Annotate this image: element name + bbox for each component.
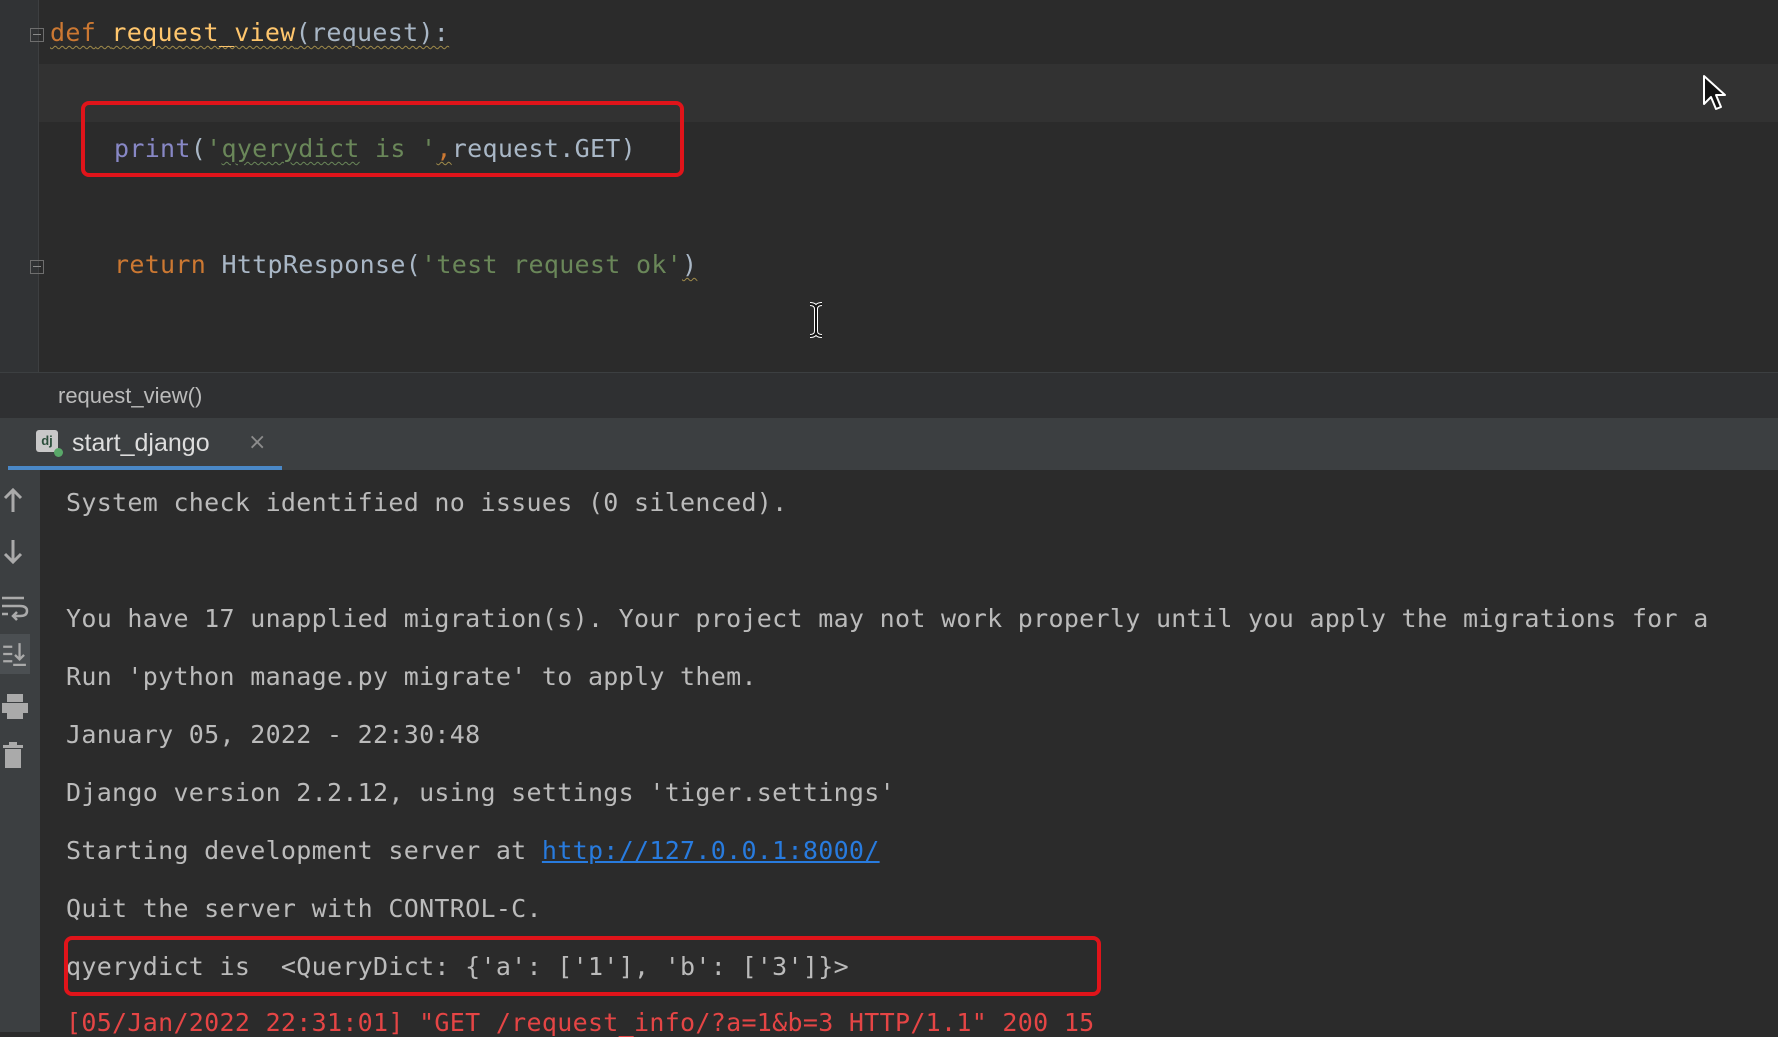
console-line: Quit the server with CONTROL-C. bbox=[66, 894, 542, 923]
function-name: request_view bbox=[111, 18, 296, 47]
mouse-pointer-icon bbox=[1703, 75, 1726, 110]
gutter-divider bbox=[38, 0, 39, 372]
arrow-down-icon[interactable] bbox=[0, 532, 30, 572]
code-editor[interactable]: def request_view(request): print('qyeryd… bbox=[0, 0, 1778, 372]
paren-close: ) bbox=[682, 250, 698, 279]
console-line: System check identified no issues (0 sil… bbox=[66, 488, 788, 517]
fold-marker-icon[interactable] bbox=[30, 28, 44, 42]
highlight-box-output bbox=[64, 936, 1101, 996]
run-console[interactable]: System check identified no issues (0 sil… bbox=[0, 470, 1778, 1037]
code-line-return: return HttpResponse('test request ok') bbox=[114, 250, 697, 279]
console-line-request-log: [05/Jan/2022 22:31:01] "GET /request_inf… bbox=[66, 1008, 1095, 1037]
class-httpresponse: HttpResponse bbox=[221, 250, 406, 279]
breadcrumb[interactable]: request_view() bbox=[58, 383, 202, 409]
close-icon[interactable]: × bbox=[248, 430, 266, 455]
string-response: 'test request ok' bbox=[421, 250, 683, 279]
arrow-up-icon[interactable] bbox=[0, 480, 30, 520]
soft-wrap-icon[interactable] bbox=[0, 586, 30, 626]
server-url-link[interactable]: http://127.0.0.1:8000/ bbox=[542, 836, 880, 865]
console-line: You have 17 unapplied migration(s). Your… bbox=[66, 604, 1709, 633]
console-line: Run 'python manage.py migrate' to apply … bbox=[66, 662, 757, 691]
keyword-def: def bbox=[50, 18, 97, 47]
editor-gutter[interactable] bbox=[0, 0, 38, 372]
tab-label: start_django bbox=[72, 429, 210, 457]
console-line-server: Starting development server at http://12… bbox=[66, 836, 880, 865]
print-icon[interactable] bbox=[0, 686, 30, 726]
trash-icon[interactable] bbox=[0, 736, 30, 776]
keyword-return: return bbox=[114, 250, 207, 279]
console-line: Django version 2.2.12, using settings 't… bbox=[66, 778, 895, 807]
breadcrumb-bar: request_view() bbox=[0, 372, 1778, 419]
console-toolbar bbox=[0, 470, 40, 1032]
paren-open: ( bbox=[405, 250, 422, 279]
highlight-box-print bbox=[81, 101, 684, 177]
scroll-to-end-icon[interactable] bbox=[0, 634, 30, 674]
run-tabbar: dj start_django × bbox=[0, 418, 1778, 470]
code-line-def: def request_view(request): bbox=[50, 18, 449, 47]
console-line: January 05, 2022 - 22:30:48 bbox=[66, 720, 481, 749]
running-indicator-icon bbox=[54, 448, 63, 457]
function-params: (request): bbox=[295, 18, 450, 47]
fold-end-marker-icon[interactable] bbox=[30, 260, 44, 274]
text-cursor-icon bbox=[809, 302, 823, 338]
server-prefix: Starting development server at bbox=[66, 836, 542, 865]
tab-start-django[interactable]: dj start_django × bbox=[8, 418, 282, 470]
